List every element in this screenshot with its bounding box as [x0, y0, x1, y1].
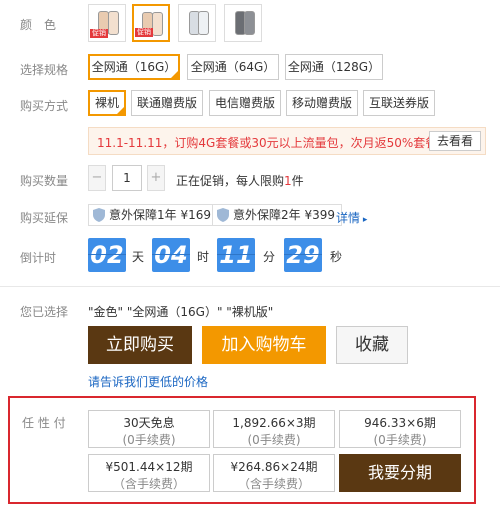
countdown-days-unit: 天	[132, 250, 145, 264]
promo-tag: 促销	[135, 28, 153, 37]
selected-summary: "金色" "全网通（16G）" "裸机版"	[88, 305, 274, 319]
buy-method-telecom[interactable]: 电信赠费版	[209, 90, 281, 116]
quantity-limit-note: 正在促销，每人限购1件	[176, 172, 304, 189]
color-swatch-space-gray[interactable]	[224, 4, 262, 42]
installment-option-24[interactable]: ¥264.86×24期 （含手续费）	[213, 454, 335, 492]
buy-method-unicom[interactable]: 联通赠费版	[131, 90, 203, 116]
quantity-decrease-button[interactable]: −	[88, 165, 106, 191]
add-to-cart-button[interactable]: 加入购物车	[202, 326, 326, 364]
installment-option-sub: （含手续费）	[112, 477, 185, 491]
phone-image-icon	[108, 11, 119, 35]
spec-option-128g[interactable]: 全网通（128G）	[285, 54, 383, 80]
quantity-note-count: 1	[284, 174, 292, 188]
quantity-note-suffix: 件	[291, 174, 304, 188]
countdown-hours-unit: 时	[197, 250, 210, 264]
lower-price-link[interactable]: 请告诉我们更低的价格	[88, 373, 208, 390]
countdown-minutes: 11	[217, 238, 255, 272]
countdown-minutes-unit: 分	[263, 250, 276, 264]
installment-option-sub: (0手续费)	[373, 433, 427, 447]
installment-button[interactable]: 我要分期	[339, 454, 461, 492]
countdown-seconds: 29	[284, 238, 322, 272]
installment-option-30day[interactable]: 30天免息 (0手续费)	[88, 410, 210, 448]
installment-option-main: 946.33×6期	[364, 416, 436, 430]
installment-label: 任 性 付	[22, 416, 66, 430]
warranty-option-2year[interactable]: 意外保障2年 ¥399	[212, 204, 342, 226]
warranty-option-1year[interactable]: 意外保障1年 ¥169	[88, 204, 218, 226]
buy-method-voucher[interactable]: 互联送券版	[363, 90, 435, 116]
warranty-details-link[interactable]: 详情 ▸	[336, 209, 367, 226]
favorite-button[interactable]: 收藏	[336, 326, 408, 364]
quantity-increase-button[interactable]: +	[147, 165, 165, 191]
color-swatch-silver[interactable]	[178, 4, 216, 42]
buy-method-mobile[interactable]: 移动赠费版	[286, 90, 358, 116]
shield-icon	[93, 208, 105, 222]
phone-image-icon	[244, 11, 255, 35]
quantity-label: 购买数量	[20, 174, 69, 188]
chevron-right-icon: ▸	[360, 215, 368, 225]
installment-option-main: 30天免息	[123, 416, 175, 430]
spec-option-16g[interactable]: 全网通（16G）	[88, 54, 180, 80]
quantity-input[interactable]: 1	[112, 165, 142, 191]
shield-icon	[217, 208, 229, 222]
section-divider	[0, 286, 500, 287]
countdown-hours: 04	[152, 238, 190, 272]
quantity-note-prefix: 正在促销，每人限购	[176, 174, 285, 188]
warranty-option-label: 意外保障2年 ¥399	[233, 208, 335, 222]
countdown-seconds-unit: 秒	[330, 250, 343, 264]
installment-option-12[interactable]: ¥501.44×12期 （含手续费）	[88, 454, 210, 492]
installment-option-sub: (0手续费)	[247, 433, 301, 447]
buy-now-button[interactable]: 立即购买	[88, 326, 192, 364]
installment-option-sub: (0手续费)	[122, 433, 176, 447]
promo-text: 11.1-11.11，订购4G套餐或30元以上流量包，次月返50%套餐费哦	[97, 136, 462, 150]
promo-tag: 促销	[90, 29, 108, 38]
buy-method-label: 购买方式	[20, 99, 69, 113]
installment-panel: 任 性 付 30天免息 (0手续费) 1,892.66×3期 (0手续费) 94…	[8, 396, 476, 504]
promo-banner: 11.1-11.11，订购4G套餐或30元以上流量包，次月返50%套餐费哦 去看…	[88, 127, 486, 155]
phone-image-icon	[152, 12, 163, 36]
phone-image-icon	[198, 11, 209, 35]
spec-option-64g[interactable]: 全网通（64G）	[187, 54, 279, 80]
color-row: 颜 色 促销 促销	[0, 0, 500, 46]
selected-label: 您已选择	[20, 305, 69, 319]
countdown-days: 02	[88, 238, 126, 272]
spec-label: 选择规格	[20, 63, 69, 77]
warranty-option-label: 意外保障1年 ¥169	[109, 208, 211, 222]
countdown-label: 倒计时	[20, 251, 57, 265]
warranty-details-label: 详情	[336, 211, 361, 225]
color-swatch-gold-promo[interactable]: 促销	[88, 4, 126, 42]
installment-option-main: ¥264.86×24期	[230, 460, 318, 474]
buy-method-bare[interactable]: 裸机	[88, 90, 126, 116]
installment-option-main: 1,892.66×3期	[232, 416, 316, 430]
warranty-label: 购买延保	[20, 211, 69, 225]
color-swatch-gold-selected[interactable]: 促销	[132, 4, 170, 42]
color-label: 颜 色	[20, 18, 57, 32]
installment-option-sub: （含手续费）	[237, 477, 310, 491]
promo-view-button[interactable]: 去看看	[429, 131, 481, 151]
installment-option-main: ¥501.44×12期	[105, 460, 193, 474]
installment-option-6[interactable]: 946.33×6期 (0手续费)	[339, 410, 461, 448]
installment-option-3[interactable]: 1,892.66×3期 (0手续费)	[213, 410, 335, 448]
